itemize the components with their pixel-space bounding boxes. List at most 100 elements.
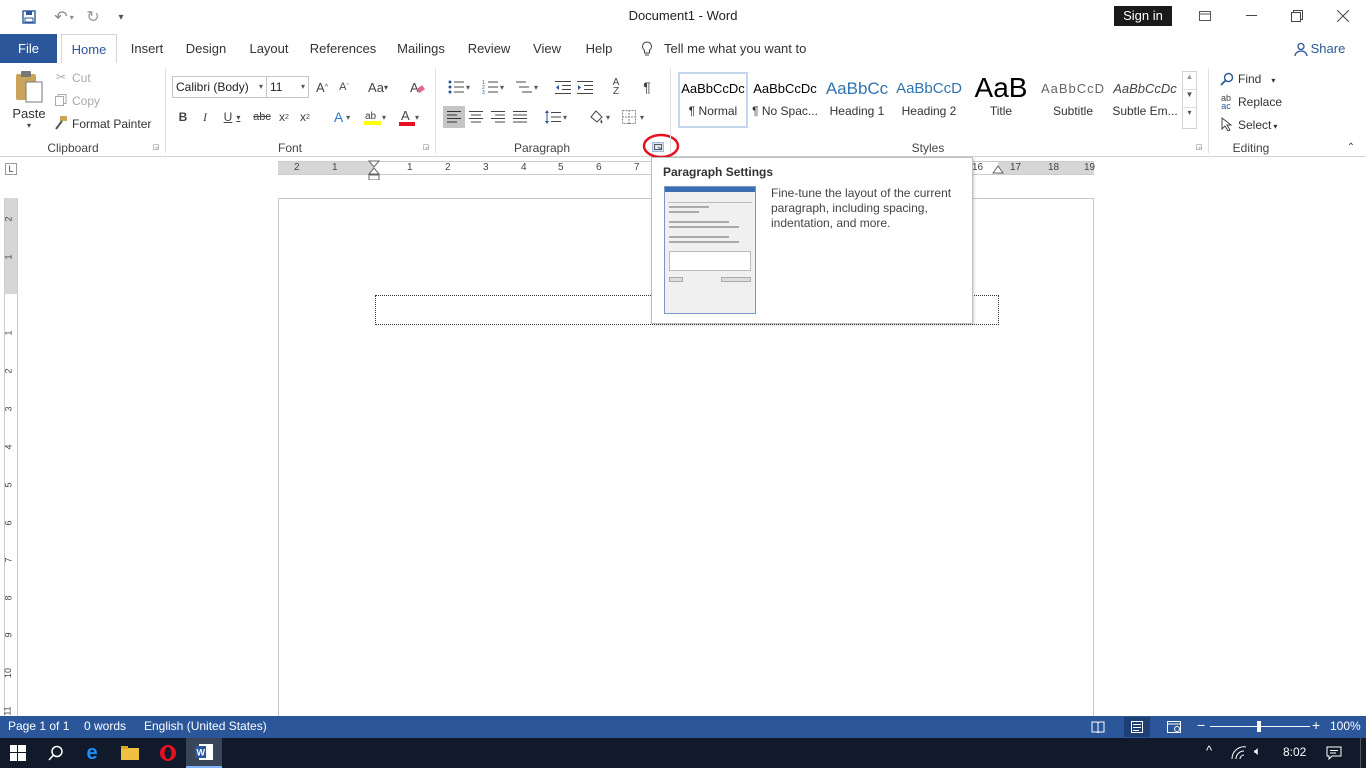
- align-left-icon[interactable]: [443, 106, 465, 128]
- bullets-icon[interactable]: ▾: [444, 77, 474, 97]
- windows-start-icon[interactable]: [0, 738, 36, 768]
- tab-layout[interactable]: Layout: [244, 34, 294, 63]
- styles-more-icon[interactable]: ▾: [1183, 108, 1196, 126]
- font-size-dropdown[interactable]: 11 ▾: [266, 76, 309, 98]
- select-button[interactable]: Select ▾: [1238, 118, 1277, 132]
- search-icon[interactable]: [38, 738, 74, 768]
- restore-icon[interactable]: [1282, 4, 1312, 28]
- numbering-icon[interactable]: 1 2 3 ▾: [478, 77, 508, 97]
- zoom-out-icon[interactable]: −: [1197, 717, 1205, 733]
- cut-button[interactable]: Cut: [72, 71, 91, 85]
- sign-in-button[interactable]: Sign in: [1114, 6, 1172, 26]
- text-highlight-icon[interactable]: ab ▾: [360, 107, 390, 127]
- borders-icon[interactable]: ▾: [618, 107, 648, 127]
- subscript-icon[interactable]: x2: [276, 107, 292, 127]
- bold-icon[interactable]: B: [175, 107, 191, 127]
- strikethrough-icon[interactable]: abc: [252, 107, 272, 127]
- copy-button[interactable]: Copy: [72, 94, 100, 108]
- tab-help[interactable]: Help: [578, 34, 620, 63]
- undo-icon[interactable]: ↶ ▾: [50, 6, 78, 28]
- minimize-icon[interactable]: [1236, 4, 1266, 28]
- print-layout-icon[interactable]: [1124, 717, 1150, 737]
- tab-mailings[interactable]: Mailings: [392, 34, 450, 63]
- format-painter-button[interactable]: Format Painter: [72, 117, 151, 131]
- decrease-indent-icon[interactable]: [554, 77, 572, 97]
- indent-marker-icon[interactable]: [368, 160, 380, 180]
- tell-me-search[interactable]: Tell me what you want to do: [664, 34, 824, 85]
- tab-design[interactable]: Design: [180, 34, 232, 63]
- volume-icon[interactable]: 🔈︎: [1254, 744, 1261, 759]
- clear-formatting-icon[interactable]: A: [407, 77, 427, 97]
- paste-button[interactable]: Paste ▾: [10, 69, 48, 133]
- close-icon[interactable]: [1328, 4, 1358, 28]
- tab-selector-icon[interactable]: L: [5, 163, 17, 175]
- clock[interactable]: 8:02: [1283, 745, 1306, 759]
- font-launcher-icon[interactable]: ◲: [422, 143, 430, 151]
- tab-review[interactable]: Review: [462, 34, 516, 63]
- tab-file[interactable]: File: [0, 34, 57, 63]
- tab-home[interactable]: Home: [61, 34, 117, 63]
- tab-insert[interactable]: Insert: [124, 34, 170, 63]
- network-icon[interactable]: [1230, 745, 1248, 761]
- language-status[interactable]: English (United States): [144, 719, 267, 733]
- increase-indent-icon[interactable]: [576, 77, 594, 97]
- styles-scroll-up-icon[interactable]: ▲: [1183, 72, 1196, 90]
- word-count[interactable]: 0 words: [84, 719, 126, 733]
- font-name-dropdown[interactable]: Calibri (Body) ▾: [172, 76, 267, 98]
- grow-font-icon[interactable]: A ^: [314, 77, 330, 97]
- vertical-ruler[interactable]: 2 1 1 2 3 4 5 6 7 8 9 10 11: [3, 198, 18, 716]
- clipboard-launcher-icon[interactable]: ◲: [152, 143, 160, 151]
- read-mode-icon[interactable]: [1090, 719, 1106, 735]
- shrink-font-icon[interactable]: Aˇ: [336, 77, 352, 97]
- customize-qat-icon[interactable]: ▾: [112, 6, 130, 28]
- underline-icon[interactable]: U ▾: [219, 107, 245, 127]
- show-desktop-button[interactable]: [1360, 738, 1366, 768]
- action-center-icon[interactable]: [1320, 738, 1348, 768]
- style-subtle-emphasis[interactable]: AaBbCcDc Subtle Em...: [1110, 74, 1180, 126]
- find-label: Find: [1238, 72, 1262, 86]
- italic-icon[interactable]: I: [197, 107, 213, 127]
- zoom-slider-thumb[interactable]: [1257, 721, 1261, 732]
- tab-view[interactable]: View: [526, 34, 568, 63]
- show-paragraph-marks-icon[interactable]: ¶: [638, 77, 656, 97]
- zoom-level[interactable]: 100%: [1330, 719, 1361, 733]
- style-heading-1[interactable]: AaBbCc Heading 1: [822, 74, 892, 126]
- justify-icon[interactable]: [511, 107, 529, 127]
- collapse-ribbon-icon[interactable]: ⌃: [1344, 141, 1358, 153]
- align-center-icon[interactable]: [467, 107, 485, 127]
- text-effects-icon[interactable]: A ▾: [328, 107, 356, 127]
- style-subtitle[interactable]: AaBbCcD Subtitle: [1038, 74, 1108, 126]
- opera-browser-icon[interactable]: [150, 738, 186, 768]
- style-title[interactable]: AaB Title: [966, 74, 1036, 126]
- page-count[interactable]: Page 1 of 1: [8, 719, 69, 733]
- right-indent-marker-icon[interactable]: [992, 164, 1004, 174]
- style-no-spacing[interactable]: AaBbCcDc ¶ No Spac...: [750, 74, 820, 126]
- edge-browser-icon[interactable]: e: [74, 738, 110, 768]
- superscript-icon[interactable]: x2: [297, 107, 313, 127]
- sort-icon[interactable]: AZ: [606, 77, 626, 97]
- styles-launcher-icon[interactable]: ◲: [1195, 143, 1203, 151]
- shading-icon[interactable]: ▾: [584, 107, 614, 127]
- redo-icon[interactable]: ↻: [84, 6, 102, 28]
- style-heading-2[interactable]: AaBbCcD Heading 2: [894, 74, 964, 126]
- align-right-icon[interactable]: [489, 107, 507, 127]
- save-icon[interactable]: [18, 6, 40, 28]
- paste-dropdown-icon[interactable]: ▾: [10, 121, 48, 130]
- replace-button[interactable]: Replace: [1238, 95, 1282, 109]
- ribbon-display-options-icon[interactable]: [1192, 4, 1218, 28]
- styles-scroll-down-icon[interactable]: ▼: [1183, 90, 1196, 108]
- web-layout-icon[interactable]: [1166, 719, 1182, 735]
- tab-references[interactable]: References: [306, 34, 380, 63]
- file-explorer-icon[interactable]: [112, 738, 148, 768]
- style-normal[interactable]: AaBbCcDc ¶ Normal: [678, 72, 748, 128]
- line-spacing-icon[interactable]: ▾: [541, 107, 571, 127]
- multilevel-list-icon[interactable]: ▾: [512, 77, 542, 97]
- find-button[interactable]: Find ▾: [1238, 72, 1275, 86]
- share-button[interactable]: Share: [1310, 34, 1346, 63]
- ruler-number: 2: [3, 368, 14, 374]
- word-app-icon[interactable]: W: [186, 738, 222, 768]
- change-case-icon[interactable]: Aa ▾: [364, 77, 392, 97]
- show-hidden-icons-icon[interactable]: ^: [1206, 743, 1212, 758]
- font-color-icon[interactable]: A ▾: [394, 107, 424, 127]
- zoom-in-icon[interactable]: +: [1312, 717, 1320, 733]
